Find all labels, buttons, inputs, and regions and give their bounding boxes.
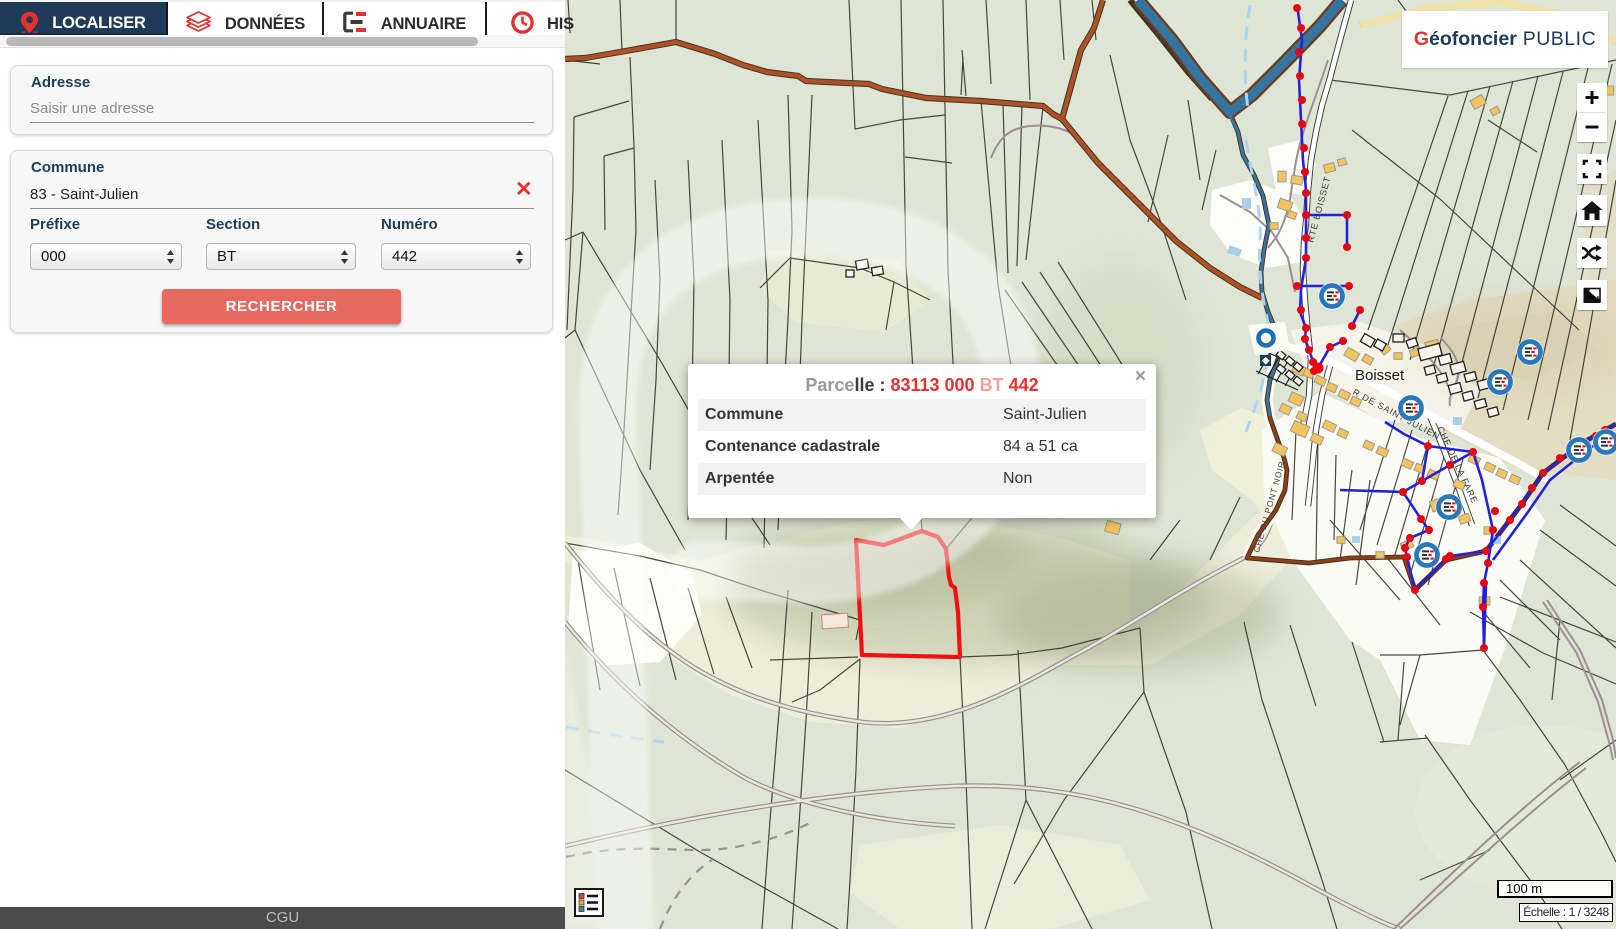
svg-text:Boisset: Boisset (1355, 367, 1405, 384)
